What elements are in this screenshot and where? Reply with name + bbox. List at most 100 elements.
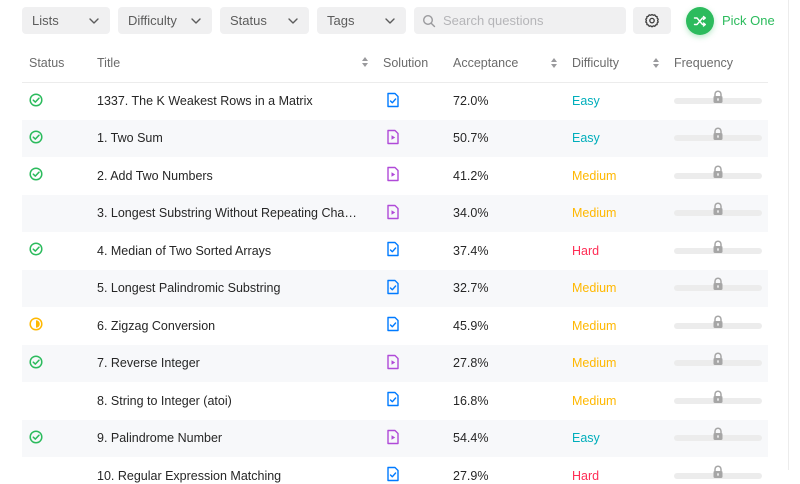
solution-cell[interactable]: [383, 157, 453, 195]
problem-title-link[interactable]: 7. Reverse Integer: [97, 344, 383, 382]
status-cell: [22, 119, 97, 157]
doc-play-icon[interactable]: [383, 129, 400, 145]
doc-check-icon[interactable]: [383, 316, 400, 332]
chevron-down-icon: [384, 15, 396, 27]
difficulty-label: Easy: [572, 119, 674, 157]
pick-one-button[interactable]: Pick One: [686, 6, 775, 35]
lists-dropdown[interactable]: Lists: [22, 7, 110, 34]
search-icon: [422, 14, 436, 28]
frequency-bar: [674, 315, 762, 329]
tags-dropdown-label: Tags: [327, 13, 355, 28]
doc-check-icon[interactable]: [383, 241, 400, 257]
doc-check-icon[interactable]: [383, 92, 400, 108]
frequency-cell: [674, 457, 768, 484]
acceptance-rate: 54.4%: [453, 419, 572, 457]
table-row[interactable]: 3. Longest Substring Without Repeating C…: [22, 194, 768, 232]
difficulty-label: Medium: [572, 269, 674, 307]
problem-title-link[interactable]: 2. Add Two Numbers: [97, 157, 383, 195]
problem-title-link[interactable]: 3. Longest Substring Without Repeating C…: [97, 194, 383, 232]
frequency-bar: [674, 427, 762, 442]
search-input[interactable]: [443, 13, 613, 28]
settings-button[interactable]: [633, 7, 671, 34]
solution-cell[interactable]: [383, 457, 453, 484]
lock-icon: [711, 390, 725, 407]
doc-play-icon[interactable]: [383, 204, 400, 220]
difficulty-label: Medium: [572, 168, 617, 183]
table-row[interactable]: 2. Add Two Numbers 41.2% Medium: [22, 157, 768, 195]
check-circle-icon: [29, 242, 43, 256]
status-dropdown[interactable]: Status: [220, 7, 309, 34]
column-header-acceptance[interactable]: Acceptance: [453, 45, 572, 83]
sort-icon[interactable]: [550, 57, 558, 69]
frequency-cell: [674, 307, 768, 345]
frequency-cell: [674, 344, 768, 382]
solution-cell[interactable]: [383, 269, 453, 307]
status-dropdown-label: Status: [230, 13, 267, 28]
problem-title-link[interactable]: 6. Zigzag Conversion: [97, 307, 383, 345]
solution-cell[interactable]: [383, 82, 453, 120]
table-row[interactable]: 9. Palindrome Number 54.4% Easy: [22, 419, 768, 457]
acceptance-rate: 27.8%: [453, 344, 572, 382]
frequency-cell: [674, 119, 768, 157]
frequency-bar: [674, 127, 762, 142]
problem-title-link[interactable]: 4. Median of Two Sorted Arrays: [97, 232, 383, 270]
solution-cell[interactable]: [383, 344, 453, 382]
table-header-row: Status Title Solution Acceptance Difficu…: [22, 45, 768, 83]
lock-icon: [711, 465, 725, 482]
status-cell: [22, 194, 97, 232]
problem-title-link[interactable]: 5. Longest Palindromic Substring: [97, 269, 383, 307]
problem-title-link[interactable]: 1337. The K Weakest Rows in a Matrix: [97, 82, 383, 120]
difficulty-label: Medium: [572, 194, 674, 232]
frequency-bar: [674, 240, 762, 254]
solution-cell[interactable]: [383, 232, 453, 270]
column-header-title[interactable]: Title: [97, 45, 383, 83]
doc-play-icon[interactable]: [383, 166, 400, 182]
table-row[interactable]: 1. Two Sum 50.7% Easy: [22, 119, 768, 157]
sort-icon[interactable]: [652, 57, 660, 69]
solution-cell[interactable]: [383, 382, 453, 420]
solution-cell[interactable]: [383, 119, 453, 157]
difficulty-dropdown[interactable]: Difficulty: [118, 7, 212, 34]
solution-cell[interactable]: [383, 194, 453, 232]
column-header-frequency: Frequency: [674, 45, 768, 83]
lock-icon: [711, 352, 725, 369]
frequency-cell: [674, 269, 768, 307]
table-row[interactable]: 6. Zigzag Conversion 45.9% Medium: [22, 307, 768, 345]
doc-check-icon[interactable]: [383, 466, 400, 482]
chevron-down-icon: [190, 15, 202, 27]
frequency-cell: [674, 232, 768, 270]
lock-icon: [711, 240, 725, 257]
acceptance-rate: 41.2%: [453, 168, 489, 183]
sort-icon[interactable]: [361, 56, 369, 71]
problem-title-link[interactable]: 9. Palindrome Number: [97, 419, 383, 457]
frequency-cell: [674, 157, 768, 195]
solution-cell[interactable]: [383, 419, 453, 457]
lock-icon: [711, 315, 725, 332]
table-row[interactable]: 8. String to Integer (atoi) 16.8% Medium: [22, 382, 768, 420]
solution-cell[interactable]: [383, 307, 453, 345]
check-circle-icon: [29, 130, 43, 144]
frequency-cell: [674, 82, 768, 120]
doc-play-icon[interactable]: [383, 354, 400, 370]
lock-icon: [711, 277, 725, 294]
table-row[interactable]: 7. Reverse Integer 27.8% Medium: [22, 344, 768, 382]
table-row[interactable]: 10. Regular Expression Matching 27.9% Hard: [22, 457, 768, 484]
frequency-bar: [674, 165, 762, 179]
frequency-cell: [674, 382, 768, 420]
table-row[interactable]: 1337. The K Weakest Rows in a Matrix 72.0…: [22, 82, 768, 120]
table-row[interactable]: 4. Median of Two Sorted Arrays 37.4% Hard: [22, 232, 768, 270]
frequency-bar: [674, 352, 762, 367]
tags-dropdown[interactable]: Tags: [317, 7, 406, 34]
status-cell: [22, 269, 97, 307]
frequency-cell: [674, 419, 768, 457]
problem-title-link[interactable]: 8. String to Integer (atoi): [97, 382, 383, 420]
problem-title-link[interactable]: 10. Regular Expression Matching: [97, 457, 383, 484]
problem-title-link[interactable]: 1. Two Sum: [97, 119, 383, 157]
doc-check-icon[interactable]: [383, 391, 400, 407]
doc-play-icon[interactable]: [383, 429, 400, 445]
search-box[interactable]: [414, 7, 626, 34]
doc-check-icon[interactable]: [383, 279, 400, 295]
table-row[interactable]: 5. Longest Palindromic Substring 32.7% Med…: [22, 269, 768, 307]
column-header-difficulty[interactable]: Difficulty: [572, 45, 674, 83]
lists-dropdown-label: Lists: [32, 13, 59, 28]
